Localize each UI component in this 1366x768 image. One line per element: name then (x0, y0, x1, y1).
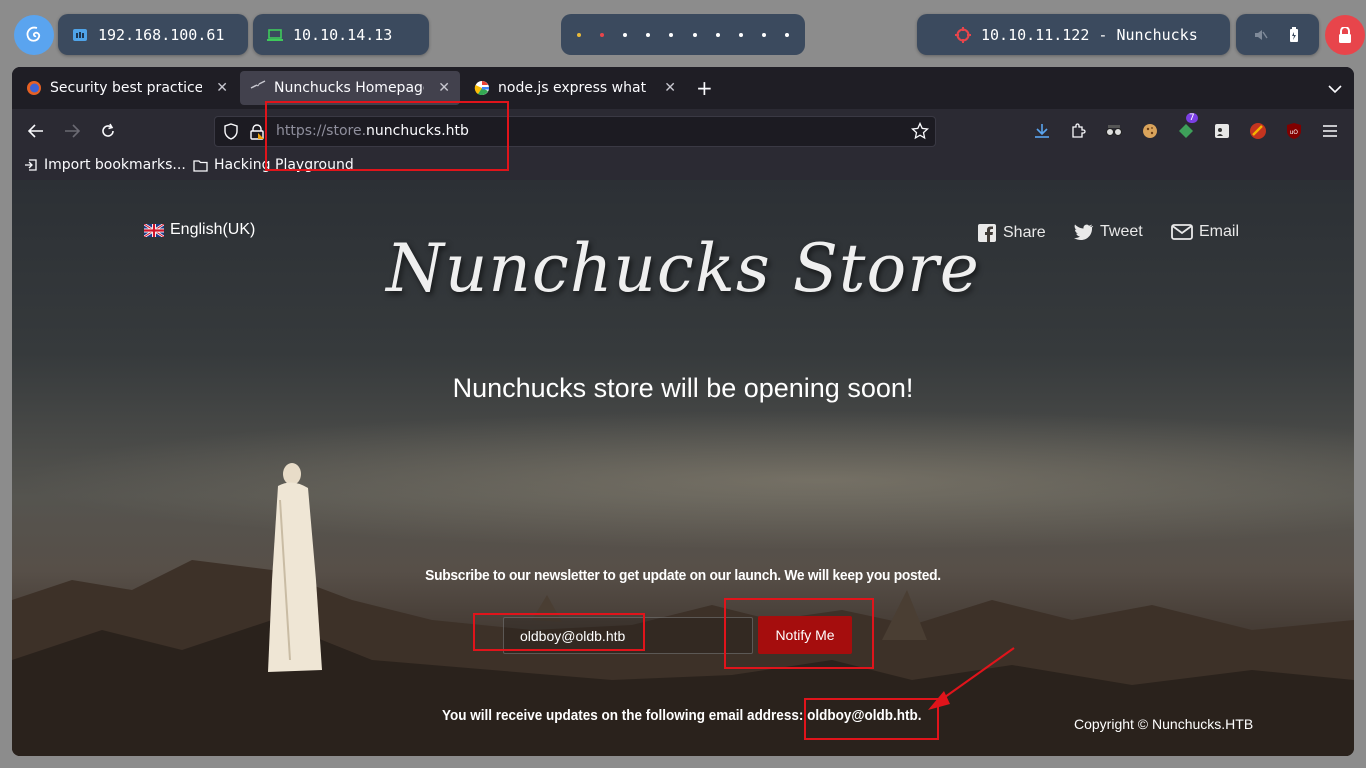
debian-swirl-icon (26, 26, 41, 42)
lock-screen-button[interactable] (1325, 15, 1365, 55)
tab-title: Nunchucks Homepage (274, 80, 425, 96)
vpn-ip-widget[interactable]: 10.10.14.13 (253, 14, 429, 55)
cookie-extension-icon[interactable] (1140, 121, 1160, 141)
workspace-dot[interactable] (738, 32, 743, 37)
tab-nunchucks-homepage[interactable]: Nunchucks Homepage ✕ (240, 71, 460, 105)
annotation-box-email-input (473, 613, 645, 651)
navigation-toolbar: https://store.nunchucks.htb 7 uO (12, 109, 1354, 153)
store-title: Nunchucks Store (386, 230, 980, 307)
bookmark-star-icon[interactable] (910, 121, 930, 144)
firefox-icon (27, 81, 41, 95)
nunchucks-favicon-icon (250, 80, 266, 89)
tab-strip: Security best practices | ✕ Nunchucks Ho… (12, 67, 1354, 109)
workspace-switcher[interactable] (561, 14, 805, 55)
copyright-text: Copyright © Nunchucks.HTB (1074, 716, 1254, 732)
network-icon (72, 27, 88, 43)
browser-window: Security best practices | ✕ Nunchucks Ho… (12, 67, 1354, 756)
tray-widget[interactable] (1236, 14, 1319, 55)
tab-nodejs-express[interactable]: node.js express what is i ✕ (464, 71, 686, 105)
os-menu-button[interactable] (14, 15, 54, 55)
hamburger-menu-icon[interactable] (1320, 121, 1340, 141)
google-icon (474, 81, 489, 96)
bookmarks-toolbar: Import bookmarks... Hacking Playground (12, 153, 1354, 180)
new-tab-button[interactable]: + (696, 76, 713, 100)
workspace-dot[interactable] (692, 32, 697, 37)
insecure-lock-icon[interactable] (249, 124, 265, 144)
workspace-dot[interactable] (599, 32, 604, 37)
annotation-box-confirmation-email (804, 698, 939, 740)
workspace-dot[interactable] (622, 32, 627, 37)
user-agent-extension-icon[interactable] (1212, 121, 1232, 141)
close-tab-icon[interactable]: ✕ (438, 80, 450, 96)
close-tab-icon[interactable]: ✕ (664, 80, 676, 96)
tracking-protection-shield-icon[interactable] (223, 123, 239, 144)
vpn-ip-text: 10.10.14.13 (293, 25, 393, 44)
bookmark-label: Import bookmarks... (44, 157, 186, 173)
target-text: 10.10.11.122 - Nunchucks (981, 25, 1198, 44)
web-page-content: English(UK) Share Tweet Email Nunchucks … (12, 180, 1354, 756)
annotation-box-url (265, 101, 509, 171)
workspace-dot[interactable] (762, 32, 767, 37)
workspace-dot[interactable] (785, 32, 790, 37)
lock-icon (1339, 27, 1351, 43)
forward-button[interactable] (60, 119, 84, 143)
local-ip-text: 192.168.100.61 (98, 25, 225, 44)
bookmark-import[interactable]: Import bookmarks... (24, 157, 186, 173)
back-arrow-icon (28, 124, 43, 138)
workspace-dot[interactable] (646, 32, 651, 37)
tab-title: Security best practices | (50, 80, 203, 96)
svg-text:uO: uO (1290, 129, 1299, 136)
downloads-icon[interactable] (1032, 121, 1052, 141)
extensions-puzzle-icon[interactable] (1068, 121, 1088, 141)
laptop-icon (267, 27, 283, 43)
ublock-origin-icon[interactable]: uO (1284, 121, 1304, 141)
opening-soon-headline: Nunchucks store will be opening soon! (452, 373, 914, 403)
subscribe-text: Subscribe to our newsletter to get updat… (425, 567, 941, 584)
workspace-dot[interactable] (576, 32, 581, 37)
battery-icon[interactable] (1286, 26, 1302, 43)
forward-arrow-icon (65, 124, 80, 138)
system-top-bar: 192.168.100.61 10.10.14.13 10.10.11.122 … (0, 0, 1366, 68)
hacktools-extension-icon[interactable] (1248, 121, 1268, 141)
spy-glasses-extension-icon[interactable] (1104, 121, 1124, 141)
close-tab-icon[interactable]: ✕ (216, 80, 228, 96)
folder-icon (193, 159, 208, 172)
extension-badge: 7 (1186, 113, 1198, 123)
tab-security-best-practices[interactable]: Security best practices | ✕ (16, 71, 238, 105)
wappalyzer-extension-icon[interactable]: 7 (1176, 113, 1198, 141)
reload-button[interactable] (96, 119, 120, 143)
target-crosshair-icon (955, 26, 971, 43)
import-icon (25, 159, 37, 171)
local-ip-widget[interactable]: 192.168.100.61 (58, 14, 248, 55)
workspace-dot[interactable] (715, 32, 720, 37)
volume-muted-icon[interactable] (1253, 27, 1269, 43)
list-all-tabs-icon[interactable] (1328, 79, 1342, 98)
confirmation-label: You will receive updates on the followin… (442, 707, 808, 724)
target-widget[interactable]: 10.10.11.122 - Nunchucks (917, 14, 1230, 55)
annotation-box-notify-button (724, 598, 874, 669)
workspace-dot[interactable] (669, 32, 674, 37)
tab-title: node.js express what is i (498, 80, 650, 96)
back-button[interactable] (24, 119, 48, 143)
reload-icon (102, 123, 114, 137)
